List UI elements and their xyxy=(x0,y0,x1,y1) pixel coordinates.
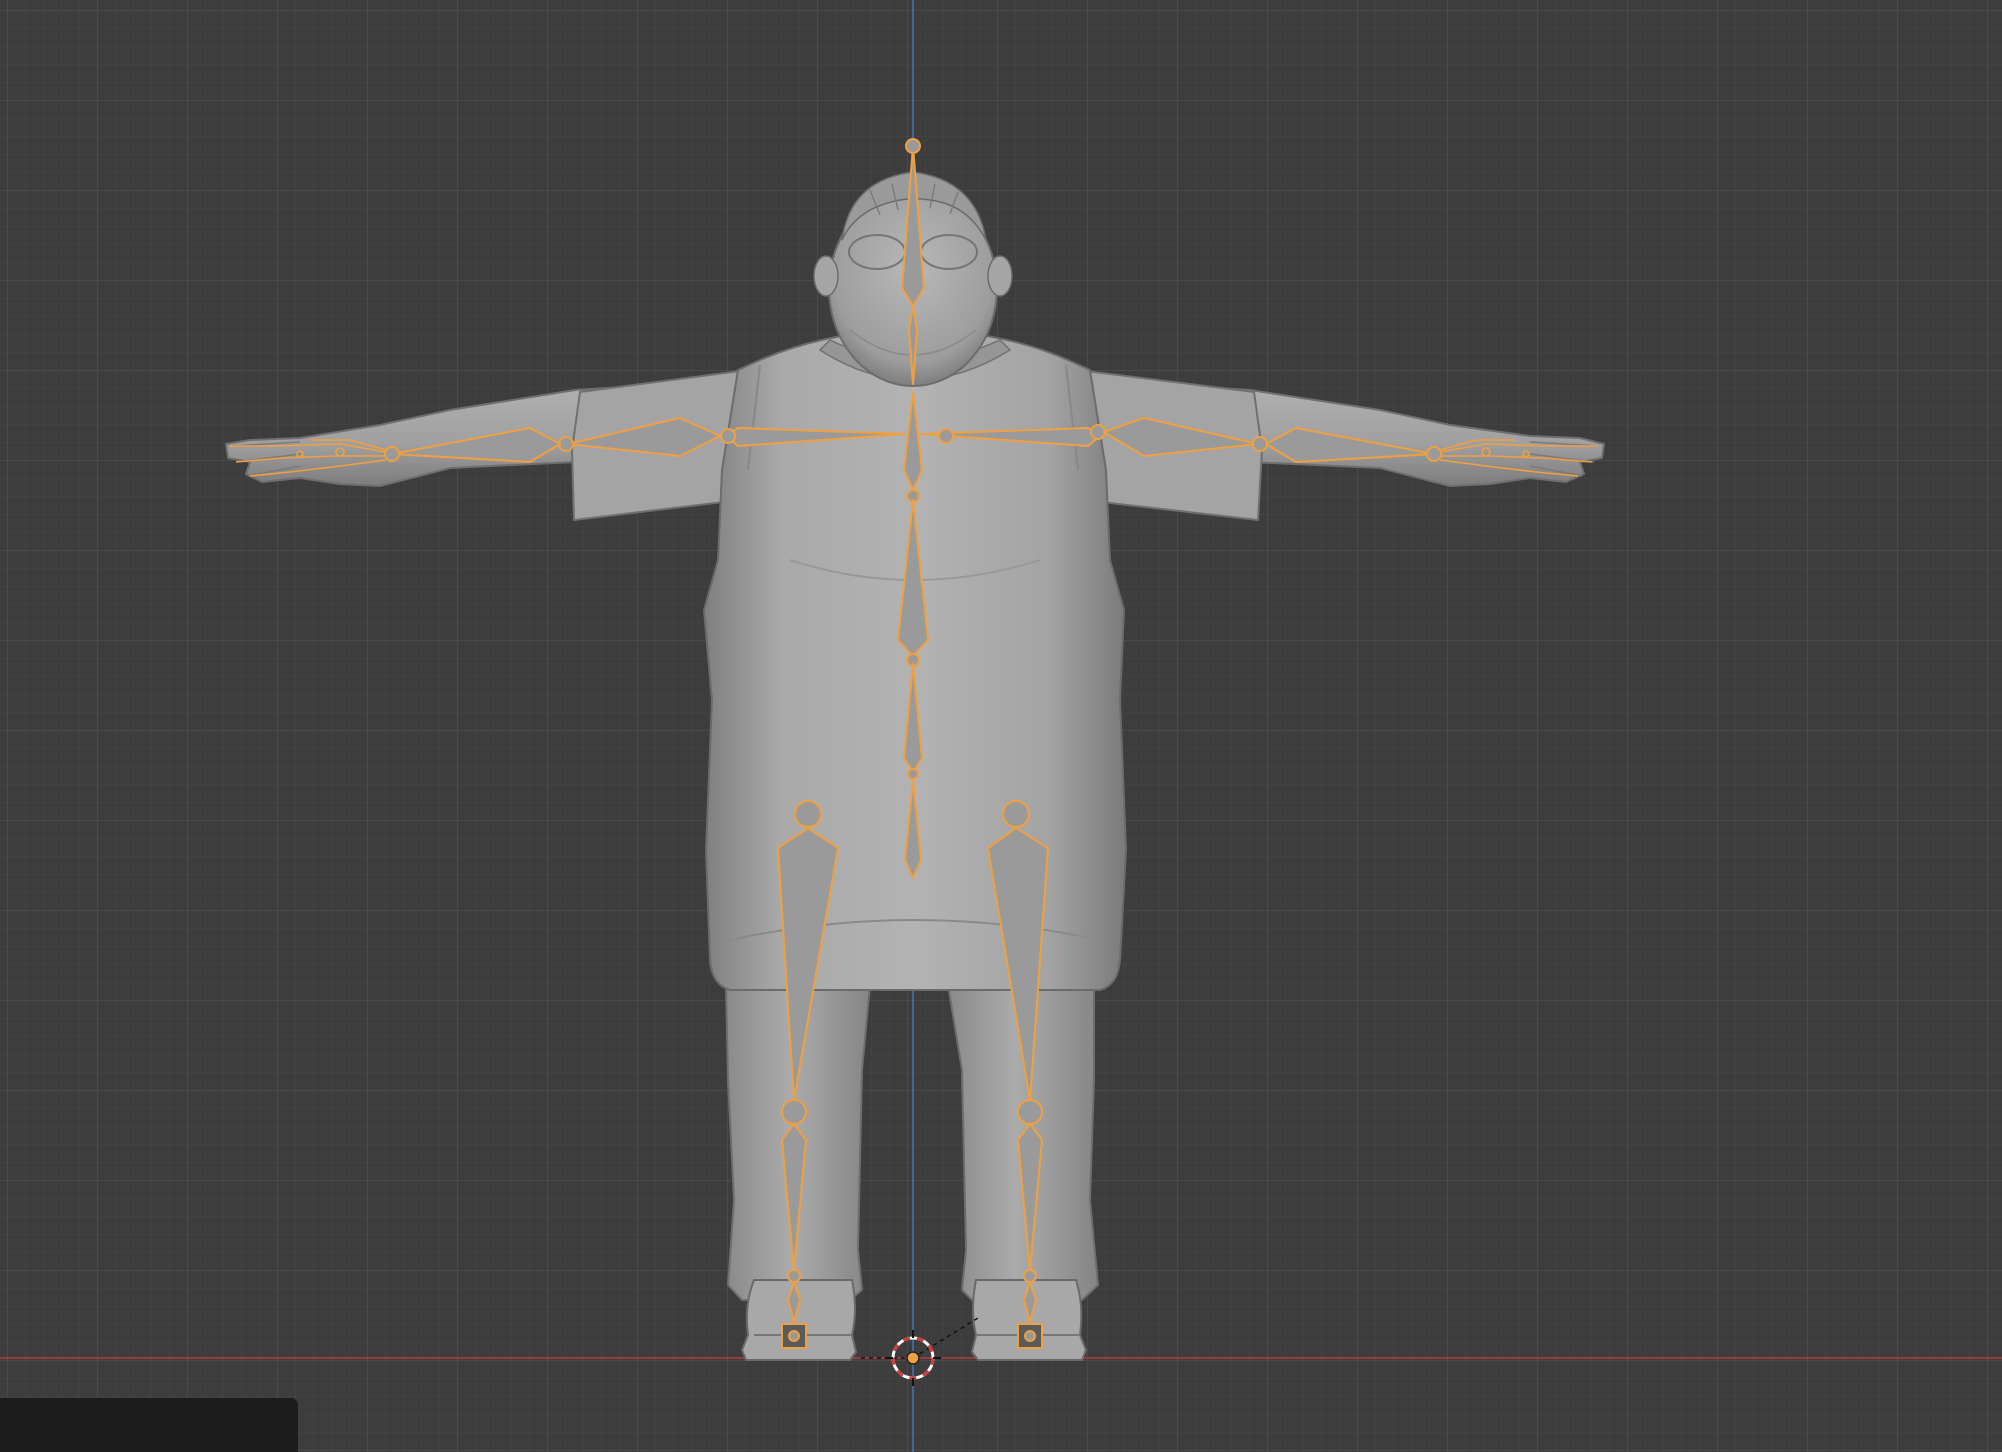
joint-right-knee[interactable] xyxy=(1017,1099,1043,1125)
object-origin-dot[interactable] xyxy=(906,1351,920,1365)
3d-viewport[interactable] xyxy=(0,0,2002,1452)
right-ear xyxy=(987,255,1013,297)
joint-left-shoulder[interactable] xyxy=(720,428,736,444)
joint-right-ankle[interactable] xyxy=(1023,1269,1037,1283)
joint-left-elbow[interactable] xyxy=(558,436,574,452)
joint-left-knee[interactable] xyxy=(781,1099,807,1125)
joint-left-wrist[interactable] xyxy=(384,446,400,462)
joint-hips[interactable] xyxy=(907,768,919,780)
ik-left-foot-dot xyxy=(788,1330,800,1342)
joint-head-tip[interactable] xyxy=(905,138,921,154)
joint-left-ankle[interactable] xyxy=(787,1269,801,1283)
joint-right-shoulder[interactable] xyxy=(938,428,954,444)
joint-right-hip[interactable] xyxy=(1002,800,1030,828)
left-ear xyxy=(813,255,839,297)
joint-left-hip[interactable] xyxy=(794,800,822,828)
ik-right-foot-dot xyxy=(1024,1330,1036,1342)
joint-right-elbow[interactable] xyxy=(1252,436,1268,452)
joint-right-clavicle-tip[interactable] xyxy=(1090,424,1106,440)
joint-right-wrist[interactable] xyxy=(1426,446,1442,462)
bottom-left-panel[interactable] xyxy=(0,1398,298,1452)
